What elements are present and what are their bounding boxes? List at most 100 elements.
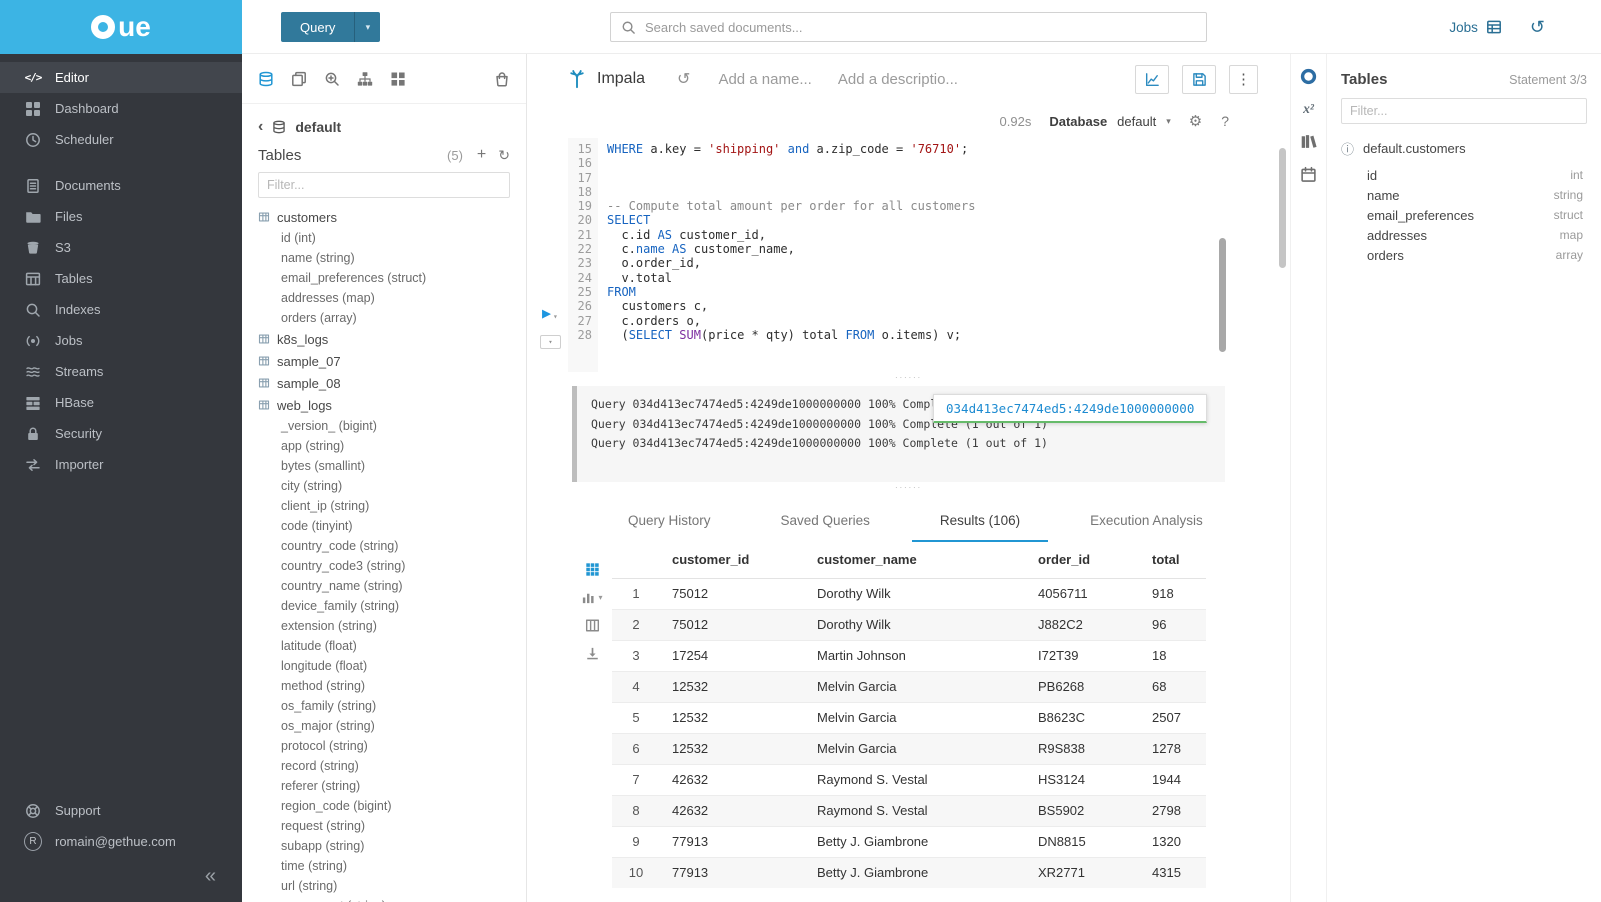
column-item[interactable]: record (string) bbox=[242, 756, 526, 776]
nav-item-s3[interactable]: S3 bbox=[0, 232, 242, 263]
nav-item-documents[interactable]: Documents bbox=[0, 170, 242, 201]
column-item[interactable]: latitude (float) bbox=[242, 636, 526, 656]
nav-item-files[interactable]: Files bbox=[0, 201, 242, 232]
sitemap-icon[interactable] bbox=[357, 71, 373, 87]
results-column-header[interactable]: order_id bbox=[1026, 542, 1140, 578]
results-column-header[interactable]: customer_name bbox=[805, 542, 1026, 578]
column-item[interactable]: protocol (string) bbox=[242, 736, 526, 756]
nav-item-hbase[interactable]: HBase bbox=[0, 387, 242, 418]
table-item-sample-07[interactable]: sample_07 bbox=[242, 350, 526, 372]
results-row[interactable]: 977913Betty J. GiambroneDN88151320 bbox=[612, 826, 1206, 857]
results-row[interactable]: 742632Raymond S. VestalHS31241944 bbox=[612, 764, 1206, 795]
new-query-button[interactable]: Query ▾ bbox=[281, 12, 380, 42]
query-name-input[interactable]: Add a name... bbox=[718, 71, 811, 88]
column-item[interactable]: method (string) bbox=[242, 676, 526, 696]
assist-table-row[interactable]: ⓘ default.customers bbox=[1341, 139, 1587, 158]
column-item[interactable]: subapp (string) bbox=[242, 836, 526, 856]
nav-item-jobs[interactable]: Jobs bbox=[0, 325, 242, 356]
editor-scrollbar[interactable] bbox=[1219, 238, 1226, 352]
column-item[interactable]: url (string) bbox=[242, 876, 526, 896]
nav-item-tables[interactable]: Tables bbox=[0, 263, 242, 294]
column-item[interactable]: os_family (string) bbox=[242, 696, 526, 716]
column-item[interactable]: referer (string) bbox=[242, 776, 526, 796]
documents-copy-icon[interactable] bbox=[291, 71, 307, 87]
info-icon[interactable]: ⓘ bbox=[1341, 139, 1354, 158]
help-icon[interactable]: ? bbox=[1220, 112, 1230, 130]
column-item[interactable]: device_family (string) bbox=[242, 596, 526, 616]
column-item[interactable]: request (string) bbox=[242, 816, 526, 836]
table-filter-input[interactable] bbox=[258, 172, 510, 198]
chart-button[interactable] bbox=[1135, 65, 1169, 94]
assist-column-orders[interactable]: ordersarray bbox=[1341, 245, 1587, 265]
nav-item-streams[interactable]: Streams bbox=[0, 356, 242, 387]
column-item[interactable]: bytes (smallint) bbox=[242, 456, 526, 476]
tab-execution-analysis[interactable]: Execution Analysis bbox=[1062, 500, 1231, 542]
calendar-icon[interactable] bbox=[1300, 166, 1317, 183]
nav-item-user[interactable]: R romain@gethue.com bbox=[0, 826, 242, 857]
query-history-icon[interactable]: ↺ bbox=[1530, 18, 1545, 36]
tab-results-106[interactable]: Results (106) bbox=[912, 500, 1048, 542]
download-icon[interactable] bbox=[585, 646, 600, 661]
assist-column-name[interactable]: namestring bbox=[1341, 185, 1587, 205]
column-item[interactable]: client_ip (string) bbox=[242, 496, 526, 516]
database-name[interactable]: default bbox=[295, 119, 341, 135]
results-row[interactable]: 175012Dorothy Wilk4056711918 bbox=[612, 578, 1206, 609]
column-item[interactable]: name (string) bbox=[242, 248, 526, 268]
assist-column-id[interactable]: idint bbox=[1341, 165, 1587, 185]
column-item[interactable]: extension (string) bbox=[242, 616, 526, 636]
bag-icon[interactable] bbox=[494, 71, 510, 87]
run-query-button[interactable]: ▶ ▾ bbox=[542, 306, 558, 321]
tab-query-history[interactable]: Query History bbox=[600, 500, 739, 542]
results-row[interactable]: 1077913Betty J. GiambroneXR27714315 bbox=[612, 857, 1206, 888]
results-row[interactable]: 512532Melvin GarciaB8623C2507 bbox=[612, 702, 1206, 733]
run-options-caret-icon[interactable]: ▾ bbox=[553, 313, 558, 321]
query-history-toggle-icon[interactable]: ↺ bbox=[677, 69, 690, 89]
nav-item-importer[interactable]: Importer bbox=[0, 449, 242, 480]
save-button[interactable] bbox=[1182, 65, 1216, 94]
column-item[interactable]: country_code3 (string) bbox=[242, 556, 526, 576]
nav-item-editor[interactable]: </>Editor bbox=[0, 62, 242, 93]
results-column-header[interactable]: total bbox=[1140, 542, 1206, 578]
column-item[interactable]: orders (array) bbox=[242, 308, 526, 328]
results-row[interactable]: 842632Raymond S. VestalBS59022798 bbox=[612, 795, 1206, 826]
add-table-icon[interactable]: + bbox=[477, 146, 486, 164]
query-description-input[interactable]: Add a descriptio... bbox=[838, 71, 958, 88]
job-id-tooltip[interactable]: 034d413ec7474ed5:4249de1000000000 bbox=[933, 394, 1207, 423]
column-item[interactable]: city (string) bbox=[242, 476, 526, 496]
docs-icon[interactable] bbox=[1300, 133, 1317, 150]
more-actions-button[interactable]: ⋮ bbox=[1229, 65, 1258, 94]
nav-item-security[interactable]: Security bbox=[0, 418, 242, 449]
page-scrollbar[interactable] bbox=[1279, 148, 1286, 268]
resize-grip[interactable]: ∙∙∙∙∙∙ bbox=[527, 482, 1290, 492]
results-row[interactable]: 317254Martin JohnsonI72T3918 bbox=[612, 640, 1206, 671]
settings-gear-icon[interactable]: ⚙ bbox=[1189, 112, 1202, 130]
results-chart-button[interactable]: ▾ bbox=[581, 590, 602, 605]
results-column-header[interactable]: customer_id bbox=[660, 542, 805, 578]
table-item-k8s-logs[interactable]: k8s_logs bbox=[242, 328, 526, 350]
table-item-web-logs[interactable]: web_logs bbox=[242, 394, 526, 416]
back-icon[interactable]: ‹ bbox=[258, 118, 263, 136]
search-plus-icon[interactable] bbox=[324, 71, 340, 87]
nav-item-scheduler[interactable]: Scheduler bbox=[0, 124, 242, 155]
results-row[interactable]: 275012Dorothy WilkJ882C296 bbox=[612, 609, 1206, 640]
column-item[interactable]: app (string) bbox=[242, 436, 526, 456]
column-item[interactable]: email_preferences (struct) bbox=[242, 268, 526, 288]
hue-logo[interactable]: ue bbox=[0, 0, 242, 54]
collapse-sidebar-icon[interactable]: « bbox=[205, 865, 216, 888]
nav-item-dashboard[interactable]: Dashboard bbox=[0, 93, 242, 124]
column-item[interactable]: country_code (string) bbox=[242, 536, 526, 556]
functions-icon[interactable]: x² bbox=[1303, 101, 1314, 117]
assist-column-addresses[interactable]: addressesmap bbox=[1341, 225, 1587, 245]
search-input[interactable] bbox=[645, 20, 1196, 35]
databases-icon[interactable] bbox=[258, 71, 274, 87]
column-item[interactable]: longitude (float) bbox=[242, 656, 526, 676]
results-row[interactable]: 612532Melvin GarciaR9S8381278 bbox=[612, 733, 1206, 764]
column-item[interactable]: region_code (bigint) bbox=[242, 796, 526, 816]
assist-column-email-preferences[interactable]: email_preferencesstruct bbox=[1341, 205, 1587, 225]
column-item[interactable]: addresses (map) bbox=[242, 288, 526, 308]
jobs-link[interactable]: Jobs bbox=[1449, 19, 1502, 35]
results-row[interactable]: 412532Melvin GarciaPB626868 bbox=[612, 671, 1206, 702]
column-item[interactable]: country_name (string) bbox=[242, 576, 526, 596]
column-item[interactable]: user_agent (string) bbox=[242, 896, 526, 902]
column-item[interactable]: os_major (string) bbox=[242, 716, 526, 736]
